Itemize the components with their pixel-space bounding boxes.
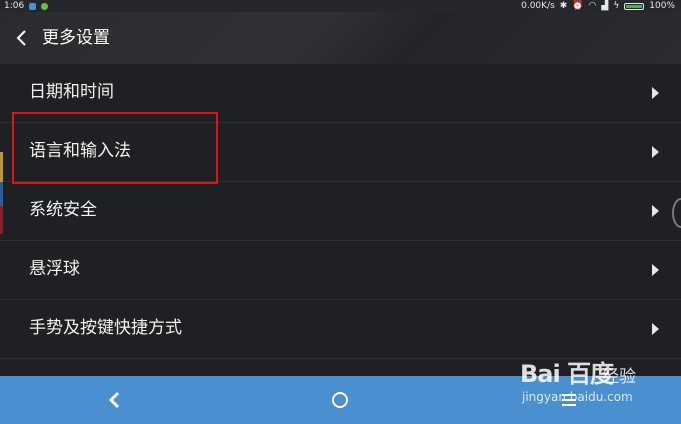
chevron-right-icon	[652, 205, 659, 217]
battery-icon	[624, 2, 645, 10]
settings-item-label: 手势及按键快捷方式	[29, 318, 182, 338]
edge-indicator	[0, 152, 3, 182]
chevron-right-icon	[652, 264, 659, 276]
signal-icon: ▟	[601, 1, 609, 11]
highlight-box	[12, 112, 218, 184]
back-triangle-icon[interactable]	[106, 390, 124, 410]
edge-indicator	[0, 206, 3, 234]
alarm-icon: ⏰	[572, 1, 584, 11]
page-title: 更多设置	[42, 28, 110, 48]
home-circle-icon[interactable]	[332, 392, 348, 408]
charging-icon: ϟ	[613, 1, 620, 11]
status-time: 1:06	[4, 1, 25, 11]
settings-item-floating-ball[interactable]: 悬浮球	[0, 241, 681, 300]
status-bar: 1:06 0.00K/s ✱ ⏰ ◠ ▟ ϟ 100%	[0, 0, 681, 12]
app-icon	[41, 2, 49, 10]
settings-item-gesture-shortcuts[interactable]: 手势及按键快捷方式	[0, 300, 681, 359]
edge-indicator	[0, 182, 3, 206]
settings-item-label: 悬浮球	[29, 259, 80, 279]
chevron-left-icon[interactable]	[14, 28, 30, 48]
chevron-right-icon	[652, 146, 659, 158]
network-speed: 0.00K/s	[521, 1, 555, 11]
header-bar: 更多设置	[0, 12, 681, 64]
menu-lines-icon[interactable]	[562, 394, 576, 409]
chevron-right-icon	[652, 87, 659, 99]
settings-item-system-security[interactable]: 系统安全	[0, 182, 681, 241]
wifi-icon: ◠	[588, 1, 597, 11]
battery-percent: 100%	[649, 1, 675, 11]
navigation-bar	[0, 376, 681, 424]
chevron-right-icon	[652, 323, 659, 335]
bluetooth-icon: ✱	[559, 1, 568, 11]
settings-item-label: 系统安全	[29, 200, 97, 220]
notification-icon	[29, 2, 37, 10]
